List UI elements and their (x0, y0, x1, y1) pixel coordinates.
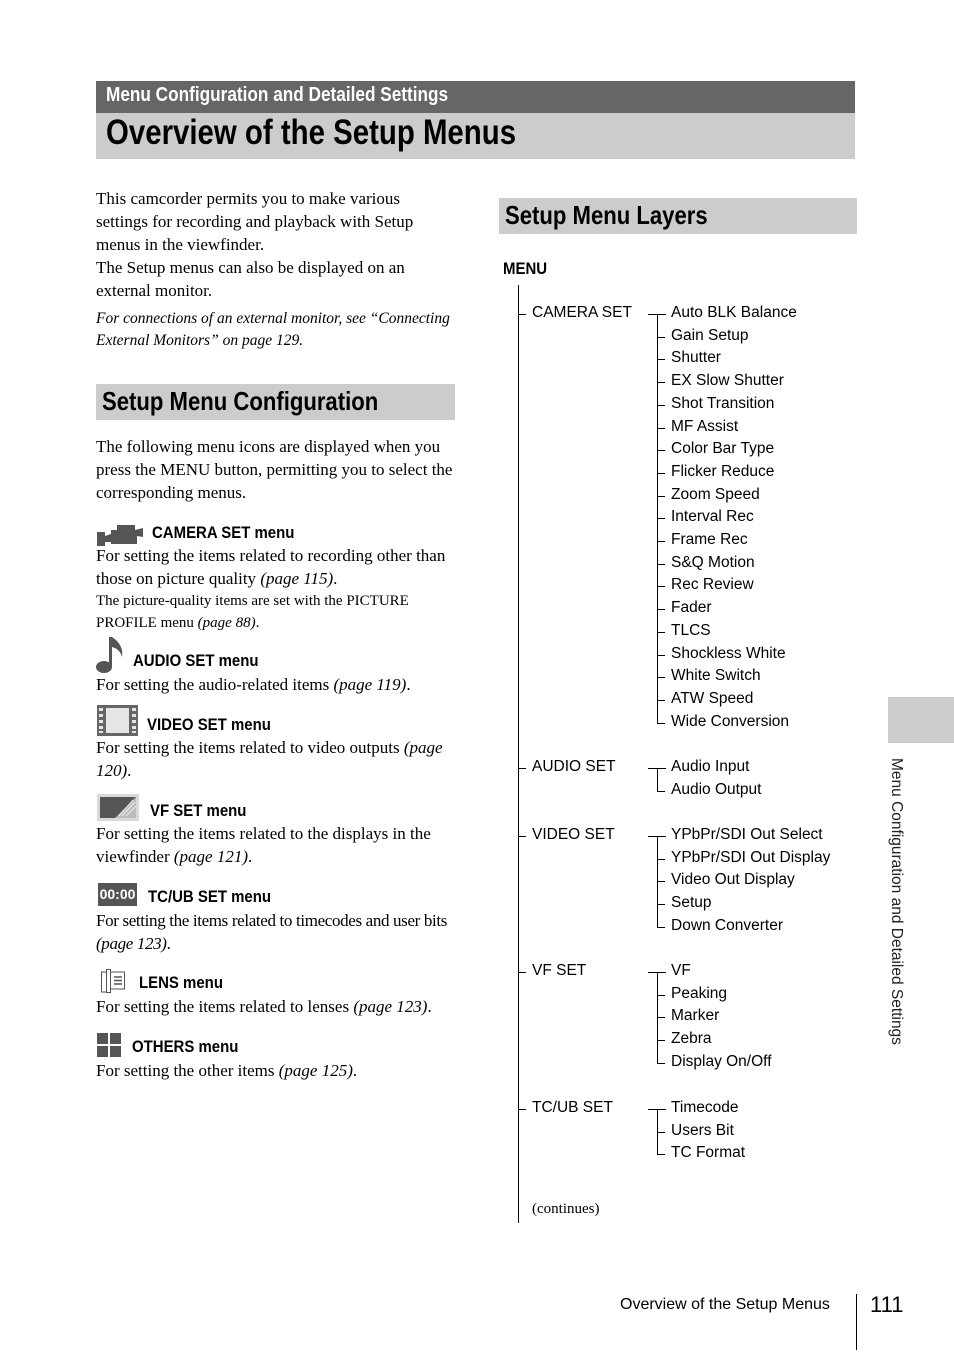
menu-item: Rec Review (671, 576, 754, 594)
menu-item: Zebra (671, 1030, 712, 1048)
tree-branch-line (518, 836, 526, 837)
menu-item: Peaking (671, 984, 728, 1002)
menu-item: Audio Output (671, 780, 762, 798)
menu-item: Frame Rec (671, 531, 748, 548)
side-chapter-label-box: Menu Configuration and Detailed Settings (887, 758, 907, 1078)
tree-subtrunk-line (657, 768, 658, 792)
tree-leaf-line (657, 631, 665, 633)
menu-group-4: TC/UB SET (532, 1099, 613, 1116)
menu-item: White Switch (671, 667, 761, 685)
menu-item: Shockless White (671, 644, 786, 662)
footer-divider (856, 1294, 857, 1350)
menu-item: Shutter (671, 349, 721, 367)
tree-leaf-line (657, 677, 665, 679)
tree-leaf-line (657, 1062, 665, 1064)
tree-trunk-line (518, 285, 519, 1223)
tree-leaf-line (657, 450, 665, 452)
tree-leaf-line (657, 404, 665, 406)
menu-item: Gain Setup (671, 326, 749, 344)
menu-item: Wide Conversion (671, 712, 790, 730)
menu-item: Down Converter (671, 916, 783, 934)
tree-leaf-line (657, 654, 665, 656)
menu-item: MF Assist (671, 417, 739, 435)
tree-leaf-line (657, 382, 665, 384)
menu-item: S&Q Motion (671, 553, 755, 571)
footer-title: Overview of the Setup Menus (620, 1296, 830, 1313)
menu-group-1: AUDIO SET (532, 758, 616, 775)
tree-leaf-line (657, 586, 665, 588)
menu-item: TLCS (671, 621, 711, 639)
menu-item: Shot Transition (671, 394, 775, 412)
tree-leaf-line (657, 858, 665, 860)
menu-item: Flicker Reduce (671, 462, 775, 480)
menu-item: Timecode (671, 1099, 739, 1116)
menu-item: Interval Rec (671, 508, 754, 526)
menu-item: YPbPr/SDI Out Display (671, 848, 831, 866)
tree-leaf-line (657, 427, 665, 429)
menu-item: ATW Speed (671, 689, 754, 707)
tree-leaf-line (657, 359, 665, 361)
tree-leaf-line (657, 336, 665, 338)
menu-item: YPbPr/SDI Out Select (671, 826, 823, 843)
menu-item: EX Slow Shutter (671, 372, 784, 390)
menu-item: Video Out Display (671, 871, 795, 889)
tree-leaf-line (657, 722, 665, 724)
menu-item: Setup (671, 894, 712, 912)
tree-branch-line (518, 972, 526, 973)
menu-group-2: VIDEO SET (532, 826, 615, 843)
menu-item: Zoom Speed (671, 485, 760, 503)
menu-item: Marker (671, 1007, 720, 1025)
tree-leaf-line (657, 495, 665, 497)
tree-leaf-line (657, 790, 665, 792)
tree-leaf-line (657, 1131, 665, 1133)
tree-leaf-line (657, 926, 665, 928)
menu-item: Users Bit (671, 1121, 734, 1139)
menu-item: VF (671, 962, 691, 979)
tree-leaf-line (657, 1017, 665, 1019)
menu-item: Display On/Off (671, 1052, 772, 1070)
tree-leaf-line (657, 699, 665, 701)
page-number: 111 (870, 1292, 904, 1317)
tree-branch-line (518, 314, 526, 315)
menu-item: TC Format (671, 1144, 746, 1162)
side-chapter-label: Menu Configuration and Detailed Settings (888, 758, 905, 1045)
menu-group-3: VF SET (532, 962, 587, 979)
menu-item: Fader (671, 599, 712, 617)
continues-note: (continues) (532, 1201, 600, 1217)
menu-tree: CAMERA SET Auto BLK Balance Gain Setup Shut… (0, 0, 954, 1352)
menu-item: Color Bar Type (671, 440, 775, 458)
tree-leaf-line (657, 994, 665, 996)
tree-leaf-line (657, 541, 665, 542)
tree-branch-line (518, 1109, 526, 1110)
tree-branch-line (518, 768, 526, 769)
menu-item: Auto BLK Balance (671, 304, 797, 321)
tree-leaf-line (657, 881, 665, 883)
tree-leaf-line (657, 563, 665, 565)
tree-leaf-line (657, 472, 665, 474)
tree-leaf-line (657, 609, 665, 611)
tree-leaf-line (657, 904, 665, 906)
menu-item: Audio Input (671, 758, 750, 775)
chapter-thumb-tab (888, 697, 954, 743)
menu-group-0: CAMERA SET (532, 304, 632, 321)
tree-leaf-line (657, 518, 665, 520)
tree-leaf-line (657, 1040, 665, 1042)
tree-leaf-line (657, 1154, 665, 1156)
